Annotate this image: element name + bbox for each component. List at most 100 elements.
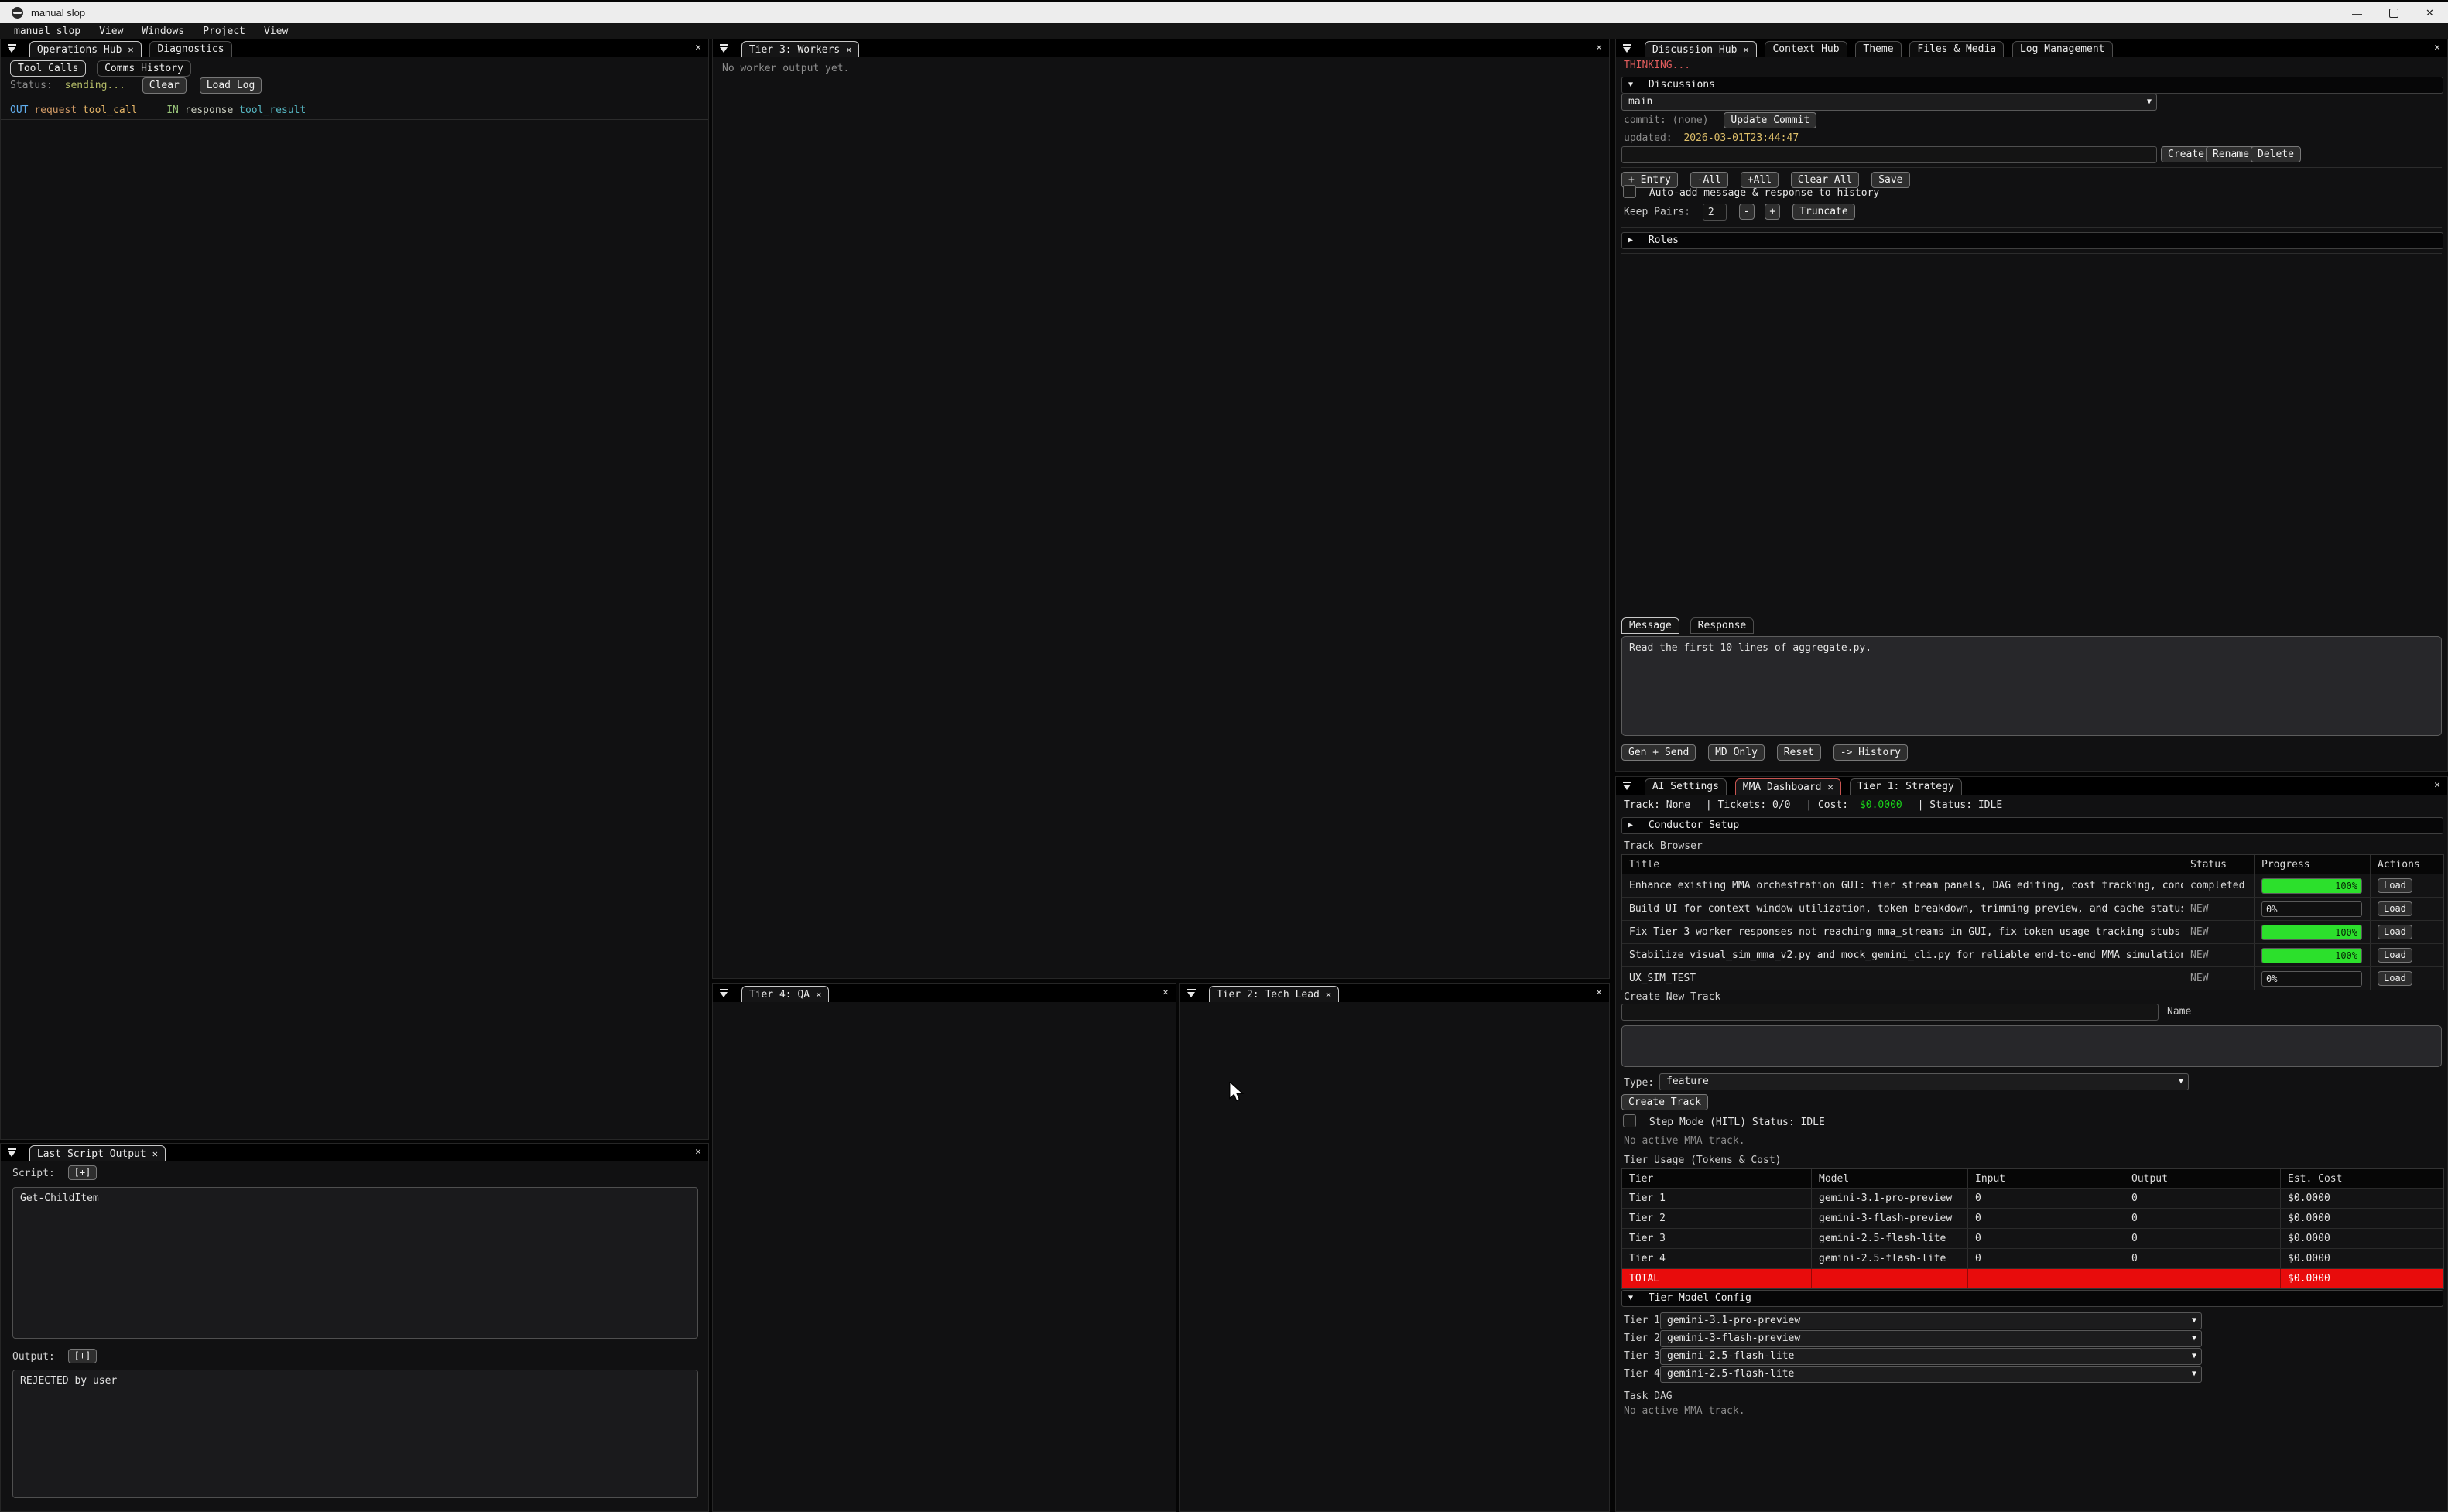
cost-value: $0.0000	[1860, 799, 1902, 811]
message-textarea[interactable]: Read the first 10 lines of aggregate.py.	[1621, 636, 2442, 736]
menu-item-view-2[interactable]: View	[264, 26, 288, 37]
tab-close-icon[interactable]: ✕	[846, 44, 851, 55]
create-button[interactable]: Create	[2161, 146, 2211, 162]
script-expand-button[interactable]: [+]	[68, 1165, 98, 1180]
subtab-comms-history[interactable]: Comms History	[97, 60, 191, 77]
keep-pairs-input[interactable]	[1703, 204, 1727, 221]
panel-close-icon[interactable]: ✕	[1596, 987, 1602, 998]
step-mode-checkbox[interactable]	[1623, 1114, 1636, 1127]
history-button[interactable]: -> History	[1833, 744, 1908, 761]
load-button[interactable]: Load	[2378, 925, 2412, 939]
table-row[interactable]: Stabilize visual_sim_mma_v2.py and mock_…	[1622, 943, 2443, 966]
table-row[interactable]: Fix Tier 3 worker responses not reaching…	[1622, 920, 2443, 943]
load-log-button[interactable]: Load Log	[200, 77, 262, 94]
tab-context-hub[interactable]: Context Hub	[1765, 41, 1847, 57]
panel-close-icon[interactable]: ✕	[695, 1147, 701, 1158]
keep-pairs-plus-button[interactable]: +	[1765, 204, 1780, 220]
tier-model-config-header[interactable]: ▼ Tier Model Config	[1621, 1290, 2443, 1307]
auto-add-checkbox[interactable]	[1623, 185, 1636, 198]
tab-tier4-qa[interactable]: Tier 4: QA✕	[741, 986, 830, 1002]
table-row[interactable]: Build UI for context window utilization,…	[1622, 897, 2443, 920]
tab-operations-hub[interactable]: Operations Hub✕	[29, 41, 142, 57]
keep-pairs-minus-button[interactable]: -	[1739, 204, 1755, 220]
tab-close-icon[interactable]: ✕	[128, 44, 133, 55]
truncate-button[interactable]: Truncate	[1792, 204, 1855, 220]
tab-tier1-strategy[interactable]: Tier 1: Strategy	[1850, 778, 1962, 795]
tab-message[interactable]: Message	[1621, 617, 1679, 634]
delete-button[interactable]: Delete	[2251, 146, 2301, 162]
panel-menu-icon[interactable]	[720, 44, 728, 53]
roles-section-header[interactable]: ▶ Roles	[1621, 232, 2443, 249]
panel-menu-icon[interactable]	[720, 989, 728, 997]
discussion-branch-select[interactable]: main ▼	[1621, 94, 2157, 111]
tab-tier2-techlead[interactable]: Tier 2: Tech Lead✕	[1209, 986, 1339, 1002]
minimize-button[interactable]: —	[2339, 2, 2375, 25]
tab-close-icon[interactable]: ✕	[1828, 782, 1833, 792]
panel-menu-icon[interactable]	[8, 44, 16, 53]
tab-label: Last Script Output	[37, 1148, 146, 1160]
tab-mma-dashboard[interactable]: MMA Dashboard✕	[1735, 778, 1841, 795]
tier2-model-select[interactable]: gemini-3-flash-preview ▼	[1660, 1330, 2202, 1347]
tab-close-icon[interactable]: ✕	[1743, 44, 1748, 55]
menu-item-windows[interactable]: Windows	[142, 26, 184, 37]
conductor-setup-header[interactable]: ▶ Conductor Setup	[1621, 817, 2443, 834]
reset-button[interactable]: Reset	[1777, 744, 1821, 761]
close-button[interactable]: ✕	[2412, 2, 2448, 25]
track-description-textarea[interactable]	[1621, 1025, 2442, 1067]
tab-ai-settings[interactable]: AI Settings	[1645, 778, 1727, 795]
tab-response[interactable]: Response	[1690, 617, 1755, 634]
tier1-model-select[interactable]: gemini-3.1-pro-preview ▼	[1660, 1312, 2202, 1329]
panel-menu-icon[interactable]	[1623, 782, 1631, 790]
progress-bar: 100%	[2261, 948, 2362, 963]
track-name-input[interactable]	[1621, 1004, 2159, 1021]
subtab-tool-calls[interactable]: Tool Calls	[10, 60, 86, 77]
tier4-model-select[interactable]: gemini-2.5-flash-lite ▼	[1660, 1366, 2202, 1383]
tab-log-management[interactable]: Log Management	[2012, 41, 2113, 57]
tab-close-icon[interactable]: ✕	[1326, 989, 1331, 1000]
tier3-model-select[interactable]: gemini-2.5-flash-lite ▼	[1660, 1348, 2202, 1365]
track-type-select[interactable]: feature ▼	[1659, 1073, 2189, 1090]
output-expand-button[interactable]: [+]	[68, 1349, 98, 1363]
menu-item-view[interactable]: View	[99, 26, 123, 37]
menu-item-manual-slop[interactable]: manual slop	[14, 26, 80, 37]
table-row[interactable]: Enhance existing MMA orchestration GUI: …	[1622, 874, 2443, 897]
panel-close-icon[interactable]: ✕	[1162, 987, 1169, 998]
progress-bar: 0%	[2261, 971, 2362, 987]
mma-tabstrip: AI Settings MMA Dashboard✕ Tier 1: Strat…	[1616, 777, 2447, 795]
discussions-section-header[interactable]: ▼ Discussions	[1621, 77, 2443, 94]
tab-theme[interactable]: Theme	[1855, 41, 1901, 57]
maximize-button[interactable]	[2375, 2, 2412, 25]
load-button[interactable]: Load	[2378, 901, 2412, 916]
load-button[interactable]: Load	[2378, 948, 2412, 963]
tab-close-icon[interactable]: ✕	[152, 1148, 158, 1159]
tab-diagnostics[interactable]: Diagnostics	[149, 41, 231, 57]
panel-menu-icon[interactable]	[8, 1148, 16, 1157]
panel-close-icon[interactable]: ✕	[1596, 43, 1602, 53]
load-button[interactable]: Load	[2378, 878, 2412, 893]
tab-tier3-workers[interactable]: Tier 3: Workers✕	[741, 41, 860, 57]
load-button[interactable]: Load	[2378, 971, 2412, 986]
panel-menu-icon[interactable]	[1623, 44, 1631, 53]
menu-item-project[interactable]: Project	[203, 26, 245, 37]
tab-discussion-hub[interactable]: Discussion Hub✕	[1645, 41, 1757, 57]
update-commit-button[interactable]: Update Commit	[1724, 112, 1816, 128]
table-row[interactable]: UX_SIM_TEST NEW 0% Load	[1622, 966, 2443, 990]
col-est-cost: Est. Cost	[2280, 1169, 2443, 1188]
tab-close-icon[interactable]: ✕	[816, 989, 821, 1000]
clear-button[interactable]: Clear	[142, 77, 187, 94]
rename-button[interactable]: Rename	[2206, 146, 2256, 162]
panel-close-icon[interactable]: ✕	[695, 43, 701, 53]
discussion-name-input[interactable]	[1621, 146, 2157, 163]
col-output: Output	[2124, 1169, 2280, 1188]
table-total-row: TOTAL $0.0000	[1622, 1268, 2443, 1288]
tab-files-media[interactable]: Files & Media	[1909, 41, 2004, 57]
md-only-button[interactable]: MD Only	[1708, 744, 1765, 761]
panel-close-icon[interactable]: ✕	[2434, 780, 2440, 791]
panel-menu-icon[interactable]	[1187, 989, 1196, 997]
table-row: Tier 3 gemini-2.5-flash-lite 0 0 $0.0000	[1622, 1228, 2443, 1248]
tab-last-script-output[interactable]: Last Script Output ✕	[29, 1145, 166, 1161]
gen-send-button[interactable]: Gen + Send	[1621, 744, 1696, 761]
create-track-button[interactable]: Create Track	[1621, 1094, 1708, 1110]
panel-close-icon[interactable]: ✕	[2434, 43, 2440, 53]
script-text-box[interactable]: Get-ChildItem	[12, 1187, 698, 1339]
